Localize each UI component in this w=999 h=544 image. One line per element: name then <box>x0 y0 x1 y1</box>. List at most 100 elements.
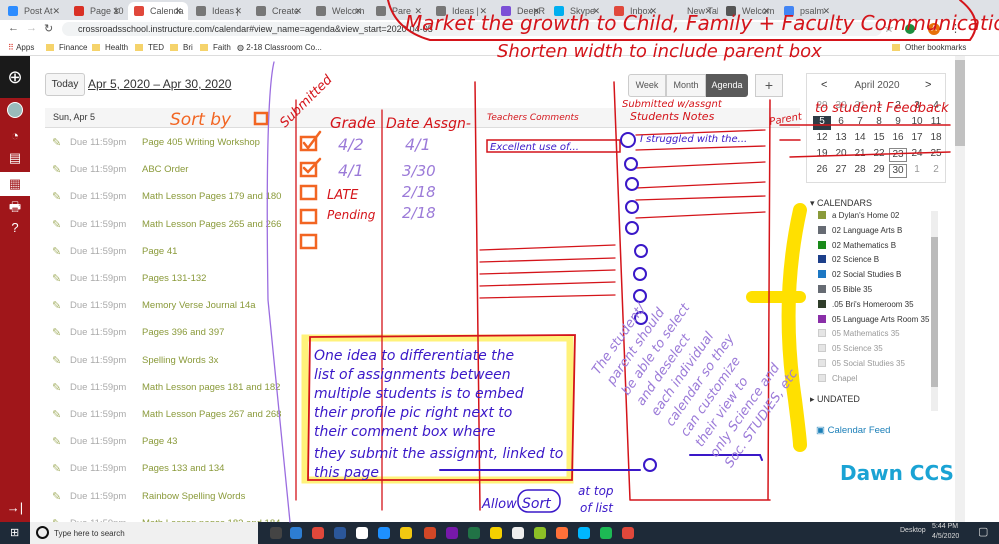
sticky-notes-icon[interactable] <box>490 527 502 539</box>
mini-calendar-day[interactable]: 24 <box>908 148 926 162</box>
help-icon[interactable]: ? <box>0 220 30 235</box>
browser-tab[interactable]: New Tab✕ <box>665 2 718 20</box>
calendar-toggle[interactable]: 05 Science 35⋮ <box>818 344 938 353</box>
calendar-toggle[interactable]: 02 Science B⋮ <box>818 255 938 264</box>
assignment-title[interactable]: Pages 396 and 397 <box>142 327 224 338</box>
mini-calendar-day[interactable]: 8 <box>870 116 888 130</box>
calendar-toggle[interactable]: 02 Mathematics B⋮ <box>818 240 938 250</box>
chrome-profile-icon[interactable] <box>622 527 634 539</box>
mini-calendar-day[interactable]: 2 <box>927 164 945 178</box>
mini-calendar-day[interactable]: 17 <box>908 132 926 146</box>
bookmark-classroom[interactable]: ◍ 2-18 Classroom Co... <box>237 43 322 52</box>
mini-calendar-day[interactable]: 30 <box>832 100 850 114</box>
mini-calendar-day[interactable]: 18 <box>927 132 945 146</box>
close-tab-icon[interactable]: ✕ <box>479 6 487 17</box>
mini-calendar-day[interactable]: 3 <box>908 100 926 114</box>
agenda-item[interactable]: ✎ Due 11:59pm Pages 396 and 397 <box>45 326 645 353</box>
excel-icon[interactable] <box>468 527 480 539</box>
agenda-item[interactable]: ✎ Due 11:59pm Pages 131-132 <box>45 272 645 299</box>
mini-calendar-day[interactable]: 28 <box>851 164 869 178</box>
browser-tab[interactable]: Inbox ✕ <box>608 2 663 20</box>
assignment-title[interactable]: Math Lesson Pages 267 and 268 <box>142 409 281 420</box>
account-avatar[interactable] <box>0 102 30 121</box>
assignment-title[interactable]: ABC Order <box>142 164 188 175</box>
agenda-item[interactable]: ✎ Due 11:59pm Page 405 Writing Workshop <box>45 136 645 163</box>
mini-calendar-day[interactable]: 12 <box>813 132 831 146</box>
browser-tab[interactable]: Ideas | ✕ <box>190 2 248 20</box>
undated-heading[interactable]: ▸ UNDATED <box>810 394 860 405</box>
calendars-heading[interactable]: ▾ CALENDARS <box>810 198 872 209</box>
close-tab-icon[interactable]: ✕ <box>52 6 60 17</box>
calendar-toggle[interactable]: Chapel⋮ <box>818 373 938 383</box>
menu-icon[interactable]: ⋮ <box>950 22 961 35</box>
agenda-item[interactable]: ✎ Due 11:59pm Page 41 <box>45 245 645 272</box>
calendar-color-checkbox[interactable] <box>818 211 826 219</box>
assignment-title[interactable]: Page 43 <box>142 436 177 447</box>
month-view-button[interactable]: Month <box>666 74 706 97</box>
bookmark-finance[interactable]: Finance <box>46 43 87 52</box>
close-tab-icon[interactable]: ✕ <box>234 6 242 17</box>
task-view-icon[interactable] <box>270 527 282 539</box>
add-event-button[interactable]: + <box>755 74 783 97</box>
mini-calendar-day[interactable]: 5 <box>813 116 831 130</box>
assignment-title[interactable]: Page 405 Writing Workshop <box>142 137 260 148</box>
assignment-title[interactable]: Rainbow Spelling Words <box>142 491 245 502</box>
url-field[interactable]: crossroadsschool.instructure.com/calenda… <box>62 22 882 36</box>
bookmark-other[interactable]: Other bookmarks <box>892 43 966 52</box>
today-button[interactable]: Today <box>45 73 85 96</box>
bookmark-ted[interactable]: TED <box>135 43 164 52</box>
mini-calendar-day[interactable]: 1 <box>908 164 926 178</box>
calendar-color-checkbox[interactable] <box>818 225 826 234</box>
agenda-view-button[interactable]: Agenda <box>706 74 748 97</box>
mini-calendar-day[interactable]: 9 <box>889 116 907 130</box>
mini-calendar-day[interactable]: 2 <box>889 100 907 114</box>
forward-icon[interactable]: → <box>26 22 37 34</box>
collapse-nav-icon[interactable]: →| <box>0 500 30 515</box>
browser-tab[interactable]: Welcom ✕ <box>310 2 368 20</box>
close-tab-icon[interactable]: ✕ <box>354 6 362 17</box>
mini-calendar-day[interactable]: 26 <box>813 164 831 178</box>
agenda-item[interactable]: ✎ Due 11:59pm Spelling Words 3x <box>45 354 645 381</box>
browser-tab[interactable]: Post At ✕ <box>2 2 66 20</box>
calendar-toggle[interactable]: 05 Social Studies 35⋮ <box>818 359 938 368</box>
calendar-color-checkbox[interactable] <box>818 314 826 323</box>
calendar-color-checkbox[interactable] <box>818 344 826 353</box>
calendar-color-checkbox[interactable] <box>818 299 826 308</box>
mail-icon[interactable] <box>290 527 302 539</box>
calendar-color-checkbox[interactable] <box>818 359 826 367</box>
mini-calendar-day[interactable]: 25 <box>927 148 945 162</box>
powerpoint-icon[interactable] <box>424 527 436 539</box>
profile-avatar[interactable]: A <box>928 23 940 35</box>
agenda-item[interactable]: ✎ Due 11:59pm Math Lesson Pages 179 and 18… <box>45 190 645 217</box>
calendar-color-checkbox[interactable] <box>818 240 826 249</box>
desktop-label[interactable]: Desktop <box>900 527 926 534</box>
cortana-app-icon[interactable] <box>578 527 590 539</box>
back-icon[interactable]: ← <box>8 22 19 34</box>
mini-calendar-day[interactable]: 27 <box>832 164 850 178</box>
close-tab-icon[interactable]: ✕ <box>532 6 540 17</box>
mini-calendar-day[interactable]: 13 <box>832 132 850 146</box>
assignment-title[interactable]: Page 41 <box>142 246 177 257</box>
spotify-icon[interactable] <box>600 527 612 539</box>
clock-time[interactable]: 5:44 PM <box>932 523 958 530</box>
explorer-icon[interactable] <box>400 527 412 539</box>
assignment-title[interactable]: Pages 133 and 134 <box>142 463 224 474</box>
calendars-scrollbar[interactable] <box>931 211 938 411</box>
mini-calendar-day[interactable]: 15 <box>870 132 888 146</box>
calendar-color-checkbox[interactable] <box>818 329 826 338</box>
agenda-item[interactable]: ✎ Due 11:59pm Math Lesson Pages 265 and 26… <box>45 218 645 245</box>
mini-calendar-day[interactable]: 1 <box>870 100 888 114</box>
browser-tab[interactable]: Ideas | ✕ <box>430 2 493 20</box>
app-w-icon[interactable] <box>534 527 546 539</box>
onenote-icon[interactable] <box>446 527 458 539</box>
bookmark-bri[interactable]: Bri <box>170 43 193 52</box>
close-tab-icon[interactable]: ✕ <box>112 6 120 17</box>
browser-tab[interactable]: Create ✕ <box>250 2 308 20</box>
calendar-toggle[interactable]: .05 Bri's Homeroom 35⋮ <box>818 299 938 309</box>
browser-tab[interactable]: DeepR ✕ <box>495 2 546 20</box>
close-tab-icon[interactable]: ✕ <box>294 6 302 17</box>
mini-calendar-day[interactable]: 7 <box>851 116 869 130</box>
close-tab-icon[interactable]: ✕ <box>649 6 657 17</box>
browser-tab[interactable]: Welcom ✕ <box>720 2 776 20</box>
calendar-color-checkbox[interactable] <box>818 285 826 293</box>
